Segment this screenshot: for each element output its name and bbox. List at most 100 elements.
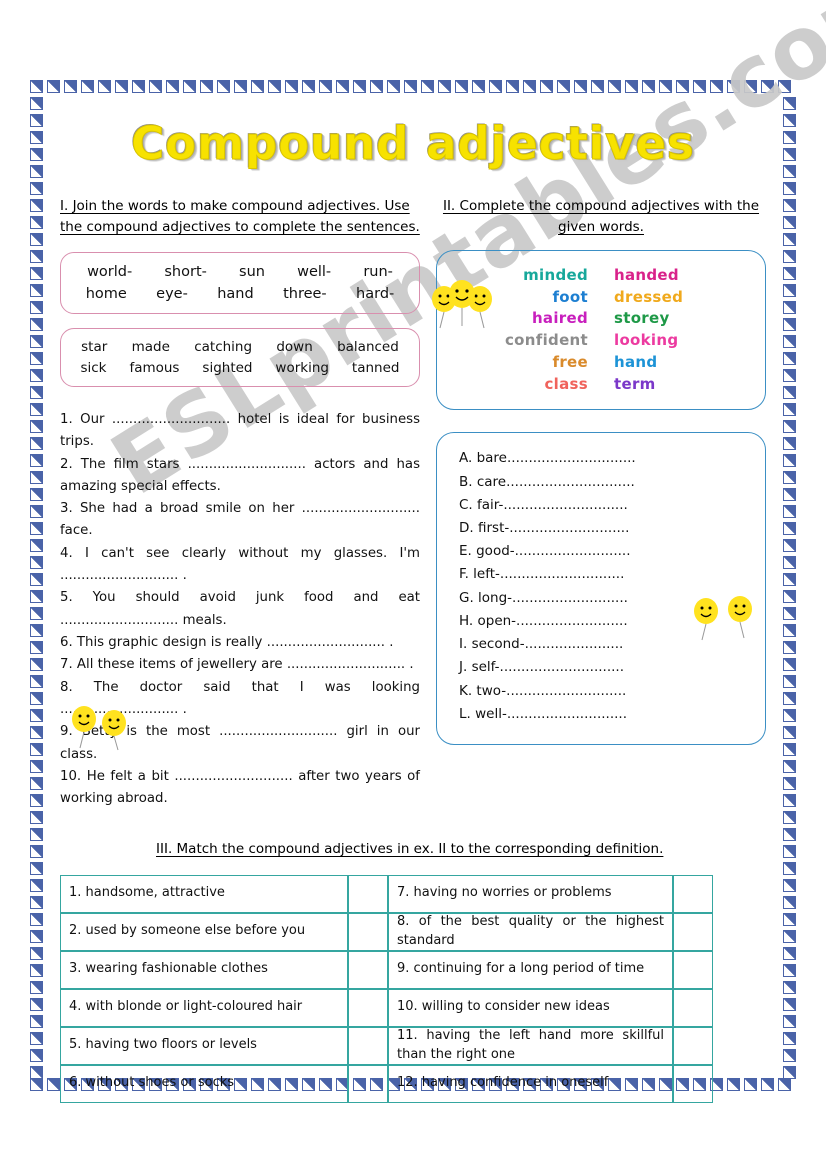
border-tile [506,80,519,93]
list-item[interactable]: E. good-........................... [437,540,765,563]
list-item[interactable]: D. first-............................ [437,517,765,540]
word-chip: home [85,285,127,302]
border-tile [783,233,796,246]
border-tile [727,80,740,93]
border-tile [783,658,796,671]
border-tile [387,80,400,93]
border-tile [783,386,796,399]
border-tile [625,80,638,93]
word-box-suffixes: star made catching down balanced sick fa… [60,328,420,387]
list-item[interactable]: I. second-....................... [437,633,765,656]
word-chip: hand [217,285,254,302]
border-tile [30,947,43,960]
border-tile [783,420,796,433]
list-item[interactable]: A. bare.............................. [437,447,765,470]
border-tile [783,1066,796,1079]
border-tile [783,1049,796,1062]
exercise-2-column: II. Complete the compound adjectives wit… [436,196,766,811]
border-tile [30,97,43,110]
border-tile [30,930,43,943]
border-tile [30,335,43,348]
border-tile [608,80,621,93]
border-tile [523,80,536,93]
border-tile [783,845,796,858]
answer-cell[interactable] [348,988,388,1027]
list-item[interactable]: H. open-.......................... [437,610,765,633]
border-tile [30,879,43,892]
border-tile [251,80,264,93]
word-chip: working [275,359,329,376]
list-item[interactable]: K. two-............................ [437,680,765,703]
list-item[interactable]: B. care.............................. [437,471,765,494]
word-box-prefixes-row-2: home eye- hand three- hard- [67,284,413,306]
answer-cell[interactable] [673,1064,713,1103]
colored-word-bank: minded handed foot dressed haired storey… [436,249,766,411]
word-chip: catching [194,339,253,356]
list-item[interactable]: C. fair-............................. [437,494,765,517]
table-row: 3. wearing fashionable clothes [60,950,348,989]
border-tile [489,80,502,93]
answer-cell[interactable] [673,988,713,1027]
list-item[interactable]: J. self-............................. [437,656,765,679]
table-row: 12. having confidence in oneself [388,1064,673,1103]
word-box-prefixes: world- short- sun well- run- home eye- h… [60,251,420,315]
border-tile [783,369,796,382]
colored-word: confident [504,331,588,350]
border-tile [783,284,796,297]
answer-cell[interactable] [348,1064,388,1103]
border-tile [30,233,43,246]
list-item[interactable]: L. well-............................ [437,703,765,726]
sentence-item: 10. He felt a bit ......................… [60,769,420,807]
colored-word: haired [531,309,588,328]
sentence-item: 2. The film stars ......................… [60,456,420,494]
border-tile [783,199,796,212]
word-chip: hard- [356,285,395,302]
table-row: 11. having the left hand more skillful t… [388,1026,673,1065]
word-chip: down [276,339,313,356]
word-chip: sun [239,263,265,280]
answer-cell[interactable] [673,1026,713,1065]
list-item[interactable]: G. long-........................... [437,587,765,610]
answer-cell[interactable] [348,950,388,989]
exercise-1-sentences: 1. Our ............................ hote… [60,409,420,811]
border-col-left [28,95,45,1081]
list-item[interactable]: F. left-............................. [437,563,765,586]
border-tile [659,80,672,93]
exercise-3-instruction: III. Match the compound adjectives in ex… [156,840,664,857]
answer-cell[interactable] [348,912,388,951]
border-tile [166,80,179,93]
border-tile [30,199,43,212]
border-tile [30,182,43,195]
border-tile [30,301,43,314]
answer-cell[interactable] [673,912,713,951]
border-tile [783,131,796,144]
border-tile [30,760,43,773]
border-tile [30,845,43,858]
border-tile [30,148,43,161]
border-tile [30,488,43,501]
border-tile [783,879,796,892]
border-tile [783,624,796,637]
exercise-1-instruction-line-1: I. Join the words to make compound adjec… [60,198,410,214]
border-tile [64,80,77,93]
border-tile [783,726,796,739]
table-row: 9. continuing for a long period of time [388,950,673,989]
border-tile [783,97,796,110]
answer-cell[interactable] [348,874,388,913]
answer-cell[interactable] [673,874,713,913]
border-tile [30,981,43,994]
border-tile [234,80,247,93]
border-tile [676,80,689,93]
answer-cell[interactable] [673,950,713,989]
border-tile [783,607,796,620]
border-tile [47,1078,60,1091]
colored-word-row: foot dressed [447,287,755,309]
border-tile [98,80,111,93]
border-tile [30,964,43,977]
border-tile [783,539,796,552]
border-tile [30,250,43,263]
table-row: 10. willing to consider new ideas [388,988,673,1027]
answer-cell[interactable] [348,1026,388,1065]
border-tile [370,80,383,93]
border-tile [30,369,43,382]
